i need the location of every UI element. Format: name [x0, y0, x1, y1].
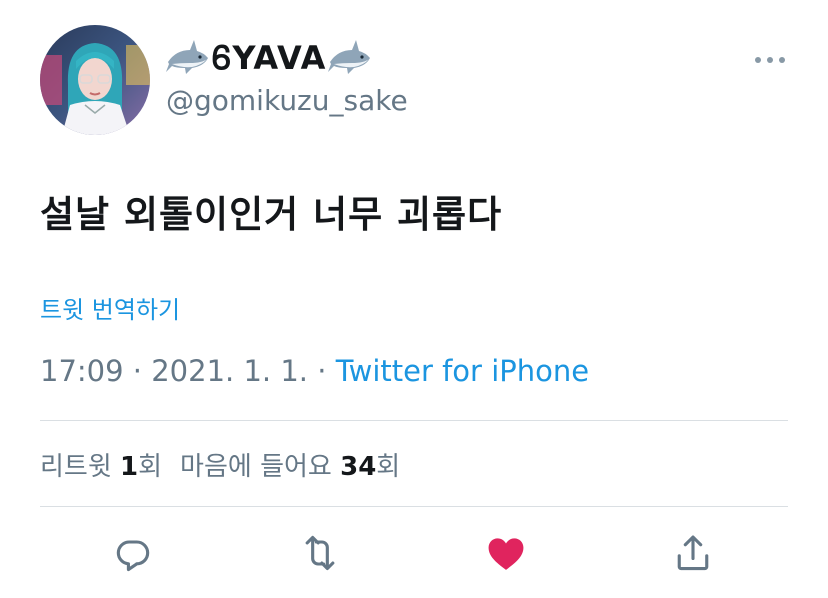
reply-icon — [116, 540, 150, 572]
more-dot — [755, 57, 761, 63]
more-dot — [767, 57, 773, 63]
likes-stat[interactable]: 마음에 들어요 34회 — [180, 452, 400, 482]
retweets-count: 1 — [120, 452, 139, 482]
likes-suffix: 회 — [376, 452, 401, 482]
retweets-stat[interactable]: 리트윗 1회 — [40, 452, 162, 482]
shark-emoji-icon — [328, 38, 372, 78]
display-name[interactable]: ᏮYAVA — [166, 36, 372, 80]
engagement-stats: 리트윗 1회 마음에 들어요 34회 — [40, 446, 400, 483]
avatar[interactable] — [40, 25, 150, 135]
retweets-suffix: 회 — [138, 452, 163, 482]
more-dot — [779, 57, 785, 63]
tweet-source-link[interactable]: Twitter for iPhone — [336, 354, 589, 388]
likes-count: 34 — [340, 452, 377, 482]
retweet-icon — [305, 535, 335, 571]
share-icon — [677, 535, 709, 571]
user-handle[interactable]: @gomikuzu_sake — [166, 84, 408, 117]
retweets-label: 리트윗 — [40, 452, 112, 482]
likes-label: 마음에 들어요 — [180, 452, 332, 482]
meta-separator: · — [317, 354, 327, 388]
tweet-meta: 17:09 · 2021. 1. 1. · Twitter for iPhone — [40, 354, 589, 388]
tweet-date: 2021. 1. 1. — [151, 354, 309, 388]
divider — [40, 420, 788, 421]
tweet-text: 설날 외톨이인거 너무 괴롭다 — [40, 193, 503, 236]
reply-button[interactable] — [111, 531, 155, 575]
tweet-time: 17:09 — [40, 354, 124, 388]
more-options-icon[interactable] — [752, 50, 788, 70]
retweet-button[interactable] — [298, 531, 342, 575]
tweet-detail: ᏮYAVA @gomikuzu_sake 설날 외톨이인거 너무 괴롭다 트윗 … — [0, 0, 828, 598]
display-name-text: ᏮYAVA — [212, 38, 327, 77]
share-button[interactable] — [671, 531, 715, 575]
shark-emoji-icon — [166, 38, 210, 78]
action-bar — [0, 525, 828, 581]
like-button[interactable] — [484, 531, 528, 575]
heart-icon — [488, 538, 524, 570]
translate-tweet-link[interactable]: 트윗 번역하기 — [40, 290, 180, 325]
divider — [40, 506, 788, 507]
meta-separator: · — [132, 354, 143, 388]
